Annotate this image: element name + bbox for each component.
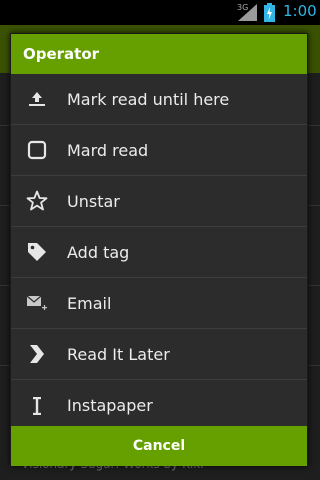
status-bar: 3G 1:00 xyxy=(0,0,320,25)
menu-item-label: Instapaper xyxy=(67,396,153,415)
checkbox-icon xyxy=(26,139,48,161)
dialog-title: Operator xyxy=(11,34,307,74)
menu-item-read-it-later[interactable]: Read It Later xyxy=(11,329,307,380)
menu-item-instapaper[interactable]: Instapaper xyxy=(11,380,307,431)
menu-item-label: Mard read xyxy=(67,140,149,160)
battery-charging-icon xyxy=(264,3,275,22)
instapaper-icon xyxy=(26,395,48,417)
menu-item-email[interactable]: Email xyxy=(11,278,307,329)
menu-item-label: Email xyxy=(67,293,112,313)
upload-icon xyxy=(26,88,48,110)
menu-item-label: Add tag xyxy=(67,242,130,262)
clock: 1:00 xyxy=(283,2,317,20)
operator-menu: Mark read until here Mard read Unstar Ad… xyxy=(11,74,307,431)
menu-item-add-tag[interactable]: Add tag xyxy=(11,227,307,278)
menu-item-label: Mark read until here xyxy=(67,89,230,109)
menu-item-unstar[interactable]: Unstar xyxy=(11,176,307,227)
menu-item-mark-read-until-here[interactable]: Mark read until here xyxy=(11,74,307,125)
menu-item-label: Unstar xyxy=(67,191,120,211)
tag-icon xyxy=(26,241,48,263)
read-it-later-icon xyxy=(26,343,48,365)
menu-item-mard-read[interactable]: Mard read xyxy=(11,125,307,176)
star-outline-icon xyxy=(26,190,48,212)
menu-item-label: Read It Later xyxy=(67,344,170,364)
operator-dialog: Operator Mark read until here Mard read xyxy=(10,33,308,466)
signal-icon xyxy=(238,4,257,21)
email-icon xyxy=(26,292,48,314)
cancel-button[interactable]: Cancel xyxy=(11,426,307,466)
